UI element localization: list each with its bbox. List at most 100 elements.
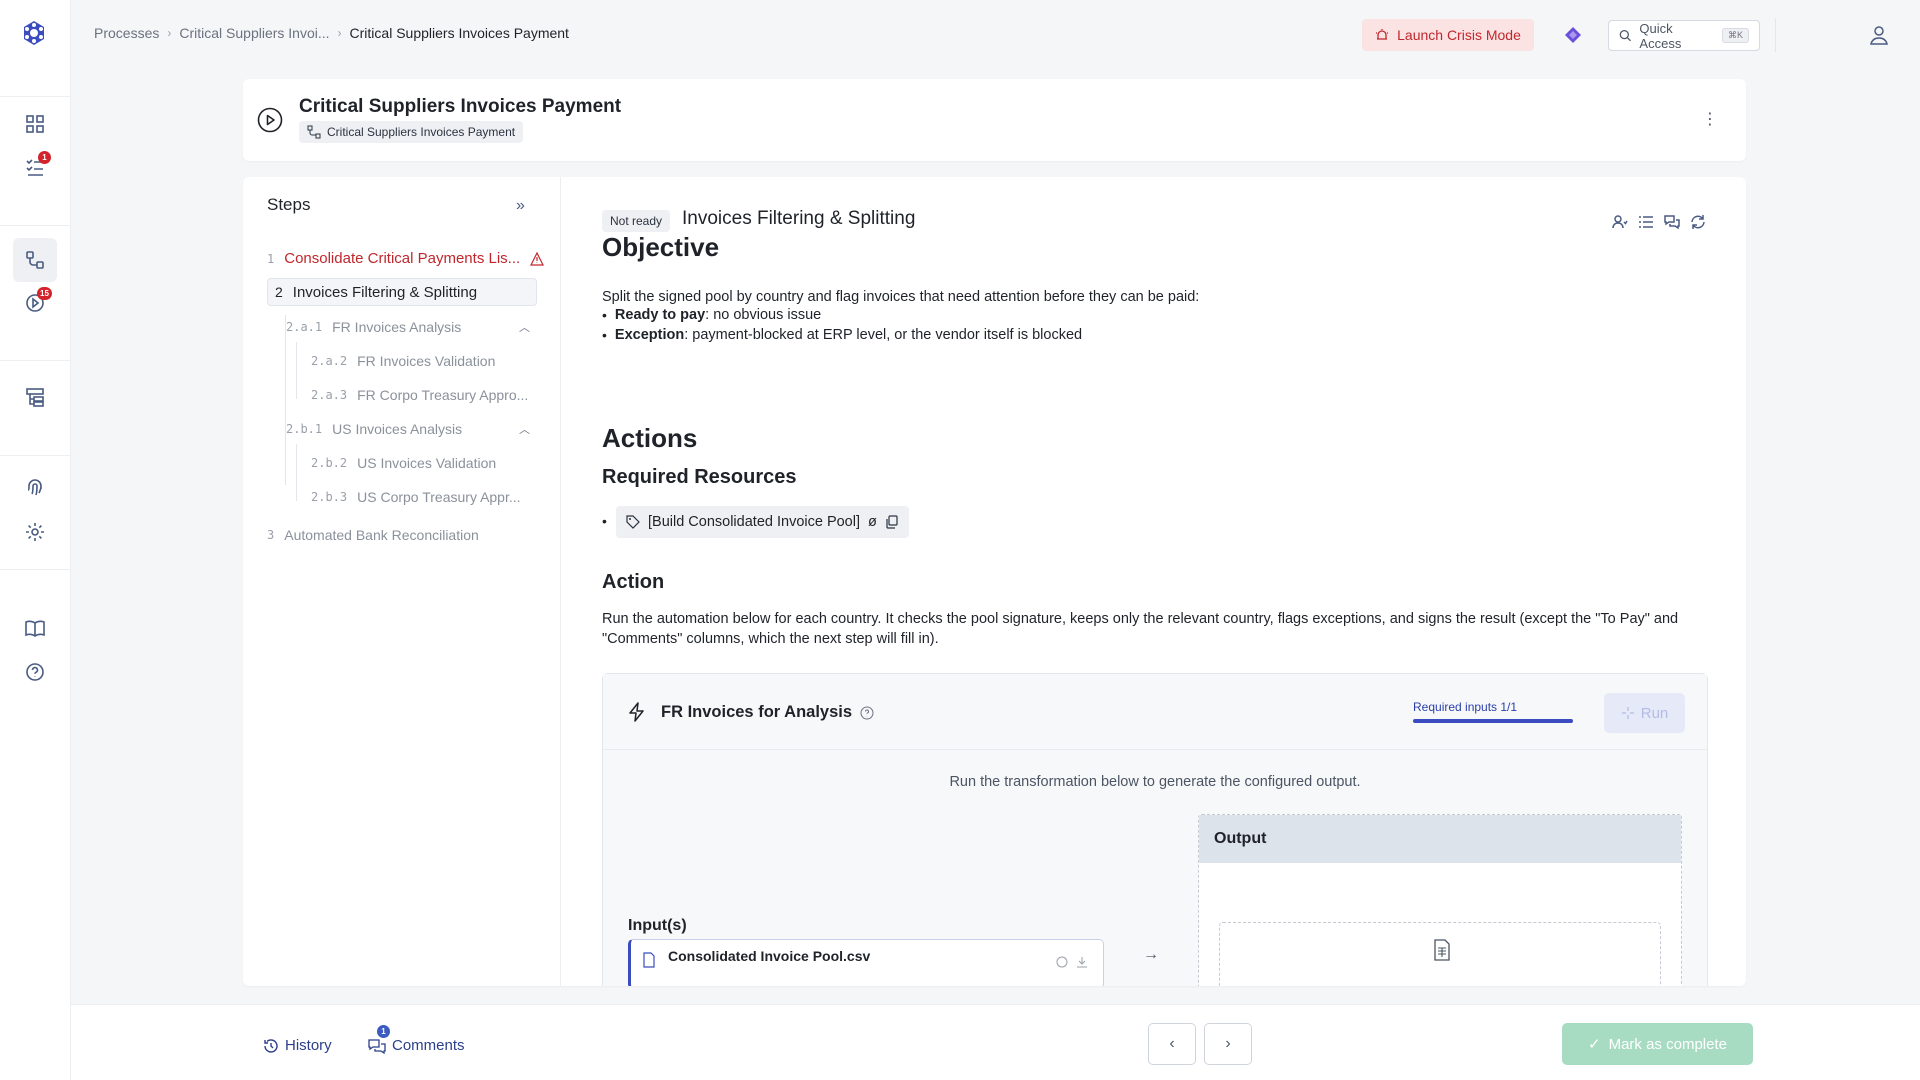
history-button[interactable]: History xyxy=(263,1037,332,1054)
docs-book-icon[interactable] xyxy=(20,613,50,643)
history-label: History xyxy=(285,1037,332,1054)
search-icon xyxy=(1619,29,1631,42)
bullet-term: Ready to pay xyxy=(614,307,706,323)
step-item-2a1[interactable]: 2.a.1 FR Invoices Analysis ︿ xyxy=(286,319,536,335)
processes-icon[interactable] xyxy=(13,238,57,282)
breadcrumb: Processes › Critical Suppliers Invoi... … xyxy=(94,25,569,41)
step-number: 2 xyxy=(275,284,283,300)
objective-bullet: • Ready to pay: no obvious issue xyxy=(602,307,822,323)
action-text: Run the automation below for each countr… xyxy=(602,611,1679,647)
step-label: Consolidate Critical Payments Lis... xyxy=(284,250,521,267)
comments-icon xyxy=(368,1038,386,1054)
refresh-icon[interactable] xyxy=(1690,214,1706,230)
dashboard-icon[interactable] xyxy=(20,109,50,139)
inputs-label: Input(s) xyxy=(628,917,687,934)
objective-bullet: • Exception: payment-blocked at ERP leve… xyxy=(602,327,1083,343)
step-title: Invoices Filtering & Splitting xyxy=(682,208,916,229)
tag-icon xyxy=(626,515,640,529)
quick-access-search[interactable]: Quick Access ⌘K xyxy=(1608,20,1760,51)
hierarchy-icon[interactable] xyxy=(20,382,50,412)
status-badge: Not ready xyxy=(602,210,671,232)
spreadsheet-file-icon xyxy=(1434,939,1450,961)
breadcrumb-processes[interactable]: Processes xyxy=(94,25,159,41)
process-chip-label: Critical Suppliers Invoices Payment xyxy=(327,125,516,139)
info-icon[interactable] xyxy=(1056,956,1068,968)
step-item-2b2[interactable]: 2.b.2 US Invoices Validation xyxy=(311,455,496,471)
comments-button[interactable]: 1 Comments xyxy=(368,1025,465,1054)
tasks-badge: 1 xyxy=(38,151,51,164)
tasks-icon[interactable]: 1 xyxy=(20,151,51,182)
main-card: Steps » 1 Consolidate Critical Payments … xyxy=(243,177,1746,986)
step-label: FR Corpo Treasury Appro... xyxy=(357,387,529,403)
next-step-button[interactable]: › xyxy=(1204,1023,1252,1065)
step-toolbar xyxy=(1612,214,1706,230)
step-item-2a2[interactable]: 2.a.2 FR Invoices Validation xyxy=(311,353,495,369)
warning-icon xyxy=(530,251,545,266)
required-inputs-progress xyxy=(1413,719,1573,723)
chevron-left-icon: ‹ xyxy=(1169,1035,1175,1052)
process-header-card: Critical Suppliers Invoices Payment Crit… xyxy=(243,79,1746,161)
launch-crisis-mode-button[interactable]: Launch Crisis Mode xyxy=(1362,19,1534,51)
process-chip[interactable]: Critical Suppliers Invoices Payment xyxy=(299,121,524,143)
step-number: 2.b.3 xyxy=(311,490,348,504)
objective-text: Split the signed pool by country and fla… xyxy=(602,289,1200,305)
input-file-name: Consolidated Invoice Pool.csv xyxy=(668,948,871,964)
step-item-2[interactable]: 2 Invoices Filtering & Splitting xyxy=(267,278,537,306)
automation-description: Run the transformation below to generate… xyxy=(949,774,1361,790)
chevron-up-icon[interactable]: ︿ xyxy=(519,319,530,335)
breadcrumb-separator-icon: › xyxy=(167,26,172,40)
copy-icon[interactable] xyxy=(885,515,899,529)
ai-assistant-icon[interactable] xyxy=(1562,24,1584,46)
tree-connector xyxy=(285,315,286,485)
step-label: US Invoices Analysis xyxy=(332,421,463,437)
step-number: 2.a.2 xyxy=(311,354,348,368)
tree-connector xyxy=(296,342,297,399)
previous-step-button[interactable]: ‹ xyxy=(1148,1023,1196,1065)
comments-badge: 1 xyxy=(377,1025,390,1038)
run-button[interactable]: Run xyxy=(1604,693,1685,733)
app-logo-icon[interactable] xyxy=(21,20,47,46)
comments-icon[interactable] xyxy=(1664,214,1680,230)
help-circle-icon[interactable] xyxy=(860,706,874,720)
automation-header: FR Invoices for Analysis Required inputs… xyxy=(603,674,1707,750)
run-label: Run xyxy=(1640,704,1669,722)
step-item-2b3[interactable]: 2.b.3 US Corpo Treasury Appr... xyxy=(311,489,521,505)
chevron-up-icon[interactable]: ︿ xyxy=(519,421,530,437)
step-label: US Invoices Validation xyxy=(357,455,497,471)
step-item-2a3[interactable]: 2.a.3 FR Corpo Treasury Appro... xyxy=(311,387,528,403)
play-circle-icon[interactable] xyxy=(257,107,283,133)
required-resources-heading: Required Resources xyxy=(602,466,797,488)
user-profile-icon[interactable] xyxy=(1868,24,1890,46)
checklist-icon[interactable] xyxy=(1638,214,1654,230)
sparkle-icon xyxy=(1621,707,1634,719)
mark-as-complete-button[interactable]: ✓ Mark as complete xyxy=(1562,1023,1753,1065)
resource-chip[interactable]: [Build Consolidated Invoice Pool] ø xyxy=(616,506,909,538)
breadcrumb-parent[interactable]: Critical Suppliers Invoi... xyxy=(179,25,329,41)
steps-heading: Steps xyxy=(267,195,311,214)
collapse-panel-icon[interactable]: » xyxy=(516,197,525,215)
resource-bullet: • xyxy=(602,513,607,529)
output-dropzone xyxy=(1219,922,1661,986)
left-nav-rail: 1 15 xyxy=(0,0,71,1080)
help-icon[interactable] xyxy=(20,657,50,687)
step-item-2b1[interactable]: 2.b.1 US Invoices Analysis ︿ xyxy=(286,421,536,437)
more-options-icon[interactable]: ⋮ xyxy=(1702,109,1718,129)
fingerprint-icon[interactable] xyxy=(20,472,50,502)
download-icon[interactable] xyxy=(1076,956,1088,968)
runs-icon[interactable]: 15 xyxy=(20,287,52,318)
crisis-label: Launch Crisis Mode xyxy=(1397,27,1521,43)
input-file-card[interactable]: Consolidated Invoice Pool.csv xyxy=(628,939,1104,986)
step-number: 2.b.2 xyxy=(311,456,348,470)
step-item-1[interactable]: 1 Consolidate Critical Payments Lis... xyxy=(267,250,545,267)
bullet-term: Exception xyxy=(614,327,685,343)
step-number: 2.a.3 xyxy=(311,388,348,402)
chevron-right-icon: › xyxy=(1225,1035,1231,1052)
step-number: 2.b.1 xyxy=(286,422,323,436)
assignees-icon[interactable] xyxy=(1612,214,1628,230)
resource-chip-label: [Build Consolidated Invoice Pool] xyxy=(648,514,860,530)
settings-icon[interactable] xyxy=(20,517,50,547)
objective-heading: Objective xyxy=(602,232,720,262)
process-flow-icon xyxy=(307,125,321,139)
step-item-3[interactable]: 3 Automated Bank Reconciliation xyxy=(267,527,479,543)
complete-label: Mark as complete xyxy=(1608,1035,1727,1053)
